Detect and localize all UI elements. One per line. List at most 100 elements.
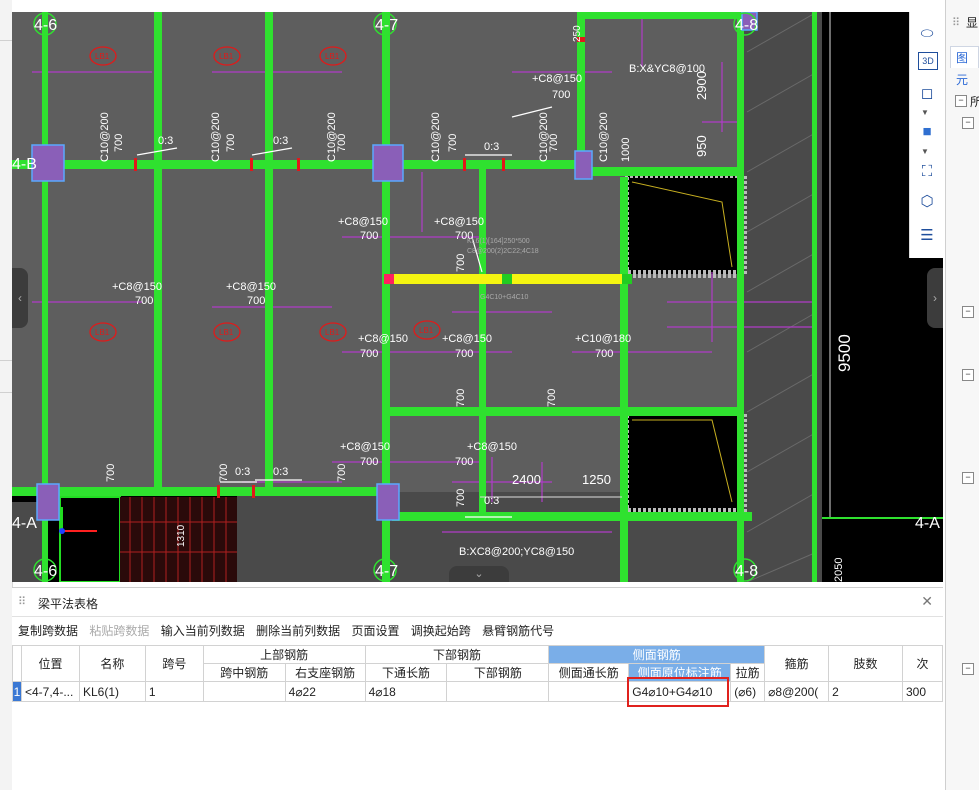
value-label: 700	[336, 464, 348, 482]
value-label: 700	[455, 348, 473, 360]
beam-note: KL6(1)[164]250*500	[467, 238, 530, 245]
header-legs[interactable]: 肢数	[828, 645, 903, 682]
cell-tie-bar[interactable]: (⌀6)	[730, 681, 766, 702]
header-name[interactable]: 名称	[78, 645, 146, 682]
cell-legs[interactable]: 2	[828, 681, 903, 702]
grip-icon[interactable]: ⠿	[18, 595, 26, 608]
header-right-support[interactable]: 右支座钢筋	[284, 663, 366, 682]
slab-tag: LB1	[325, 328, 340, 337]
beam-note: G4C10+G4C10	[480, 294, 529, 301]
header-bottom-through[interactable]: 下通长筋	[364, 663, 448, 682]
slab-tag: LB1	[95, 52, 110, 61]
slab-tag: LB1	[95, 328, 110, 337]
3d-icon[interactable]: 3D	[918, 52, 938, 70]
close-icon[interactable]: ✕	[921, 593, 933, 610]
paste-span-button[interactable]: 粘贴跨数据	[89, 622, 149, 639]
axis-label-4-8-top: 4-8	[735, 17, 758, 34]
header-tie-bar[interactable]: 拉筋	[730, 663, 766, 682]
rebar-label: C10@200	[598, 112, 610, 162]
tree-collapse-icon[interactable]: −	[955, 95, 967, 107]
header-position[interactable]: 位置	[20, 645, 80, 682]
cell-span-no[interactable]: 1	[144, 681, 204, 702]
rotate-view-icon[interactable]: ⬡	[916, 190, 938, 212]
input-column-button[interactable]: 输入当前列数据	[161, 622, 245, 639]
rebar-label: +C8@150	[434, 216, 484, 228]
value-label: 700	[225, 134, 237, 152]
cell-next[interactable]: 300	[901, 681, 944, 702]
axis-label-4-6-bottom: 4-6	[34, 563, 57, 580]
tree-collapse-icon[interactable]: −	[962, 663, 974, 675]
rebar-label: +C8@150	[338, 216, 388, 228]
tree-collapse-icon[interactable]: −	[962, 472, 974, 484]
cell-mid-span[interactable]	[202, 681, 286, 702]
delete-column-button[interactable]: 删除当前列数据	[256, 622, 340, 639]
ratio-label: 0:3	[484, 141, 499, 153]
dimension-2050: 2050	[833, 558, 845, 582]
axis-label-4-a-right: 4-A	[915, 515, 940, 532]
slab-rebar-label: B:XC8@200;YC8@150	[459, 546, 574, 558]
cell-right-support[interactable]: 4⌀22	[284, 681, 366, 702]
rebar-label: +C8@150	[112, 281, 162, 293]
canvas-top-band	[12, 0, 943, 12]
value-label: 700	[360, 456, 378, 468]
header-bottom-rebar[interactable]: 下部钢筋	[364, 645, 550, 664]
cell-bottom-rebar[interactable]	[446, 681, 550, 702]
header-mid-span[interactable]: 跨中钢筋	[202, 663, 286, 682]
row-number[interactable]: 1	[12, 681, 22, 702]
tree-collapse-icon[interactable]: −	[962, 369, 974, 381]
ellipse-icon[interactable]: ⬭	[916, 22, 938, 44]
value-label: 700	[218, 464, 230, 482]
ratio-label: 0:3	[235, 466, 250, 478]
value-label: 700	[455, 254, 467, 272]
value-label: 700	[113, 134, 125, 152]
value-label: 700	[455, 456, 473, 468]
axis-label-4-7-bottom: 4-7	[375, 563, 398, 580]
cell-side-through[interactable]	[548, 681, 630, 702]
tree-collapse-icon[interactable]: −	[962, 117, 974, 129]
ratio-label: 0:3	[273, 135, 288, 147]
panel-grip-icon[interactable]: ⠿	[952, 16, 960, 29]
value-label: 700	[455, 489, 467, 507]
pan-right-handle[interactable]: ›	[927, 268, 943, 328]
tree-root-label: 所	[970, 95, 979, 109]
header-side-through[interactable]: 侧面通长筋	[548, 663, 630, 682]
cube-filled-icon[interactable]: ■	[916, 120, 938, 142]
table-header-row-1: 位置 名称 跨号 上部钢筋 下部钢筋 侧面钢筋 箍筋 肢数 次	[12, 645, 944, 682]
header-next[interactable]: 次	[901, 645, 944, 682]
tree-collapse-icon[interactable]: −	[962, 306, 974, 318]
layer-list-icon[interactable]: ☰	[916, 224, 938, 246]
header-bottom-rebar-col[interactable]: 下部钢筋	[446, 663, 550, 682]
cell-stirrup[interactable]: ⌀8@200(	[764, 681, 830, 702]
rebar-label: +C8@150	[442, 333, 492, 345]
highlight-box	[627, 677, 729, 707]
rebar-label: +C8@150	[340, 441, 390, 453]
header-stirrup[interactable]: 箍筋	[764, 645, 830, 682]
slab-tag: LB1	[325, 52, 340, 61]
cell-name[interactable]: KL6(1)	[78, 681, 146, 702]
value-label: 700	[552, 89, 570, 101]
cantilever-code-button[interactable]: 悬臂钢筋代号	[482, 622, 554, 639]
rebar-label: C10@200	[99, 112, 111, 162]
page-setup-button[interactable]: 页面设置	[351, 622, 399, 639]
pan-left-handle[interactable]: ‹	[12, 268, 28, 328]
drawing-canvas[interactable]: 4-6 4-7 4-8 4-6 4-7 4-8 4-B 4-A 4-A +C8@…	[12, 12, 943, 582]
header-span-no[interactable]: 跨号	[144, 645, 204, 682]
axis-label-4-b: 4-B	[12, 156, 37, 173]
value-label: 700	[360, 348, 378, 360]
slab-tag: LB1	[219, 328, 234, 337]
swap-start-span-button[interactable]: 调换起始跨	[411, 622, 471, 639]
copy-span-button[interactable]: 复制跨数据	[18, 622, 78, 639]
cell-bottom-through[interactable]: 4⌀18	[364, 681, 448, 702]
dimension-1000: 1000	[620, 138, 632, 162]
fit-view-icon[interactable]: ⛶	[916, 160, 938, 182]
tab-element[interactable]: 图元	[950, 46, 979, 87]
header-side-rebar[interactable]: 侧面钢筋	[548, 645, 766, 664]
panel-header: ⠿ 梁平法表格 ✕	[12, 588, 943, 617]
chevron-down-icon[interactable]: ▼	[921, 147, 929, 156]
pan-down-handle[interactable]: ⌄	[449, 566, 509, 582]
cube-outline-icon[interactable]: ◻	[916, 82, 938, 104]
value-label: 700	[595, 348, 613, 360]
cell-position[interactable]: <4-7,4-...	[20, 681, 80, 702]
header-top-rebar[interactable]: 上部钢筋	[202, 645, 366, 664]
chevron-down-icon[interactable]: ▼	[921, 108, 929, 117]
